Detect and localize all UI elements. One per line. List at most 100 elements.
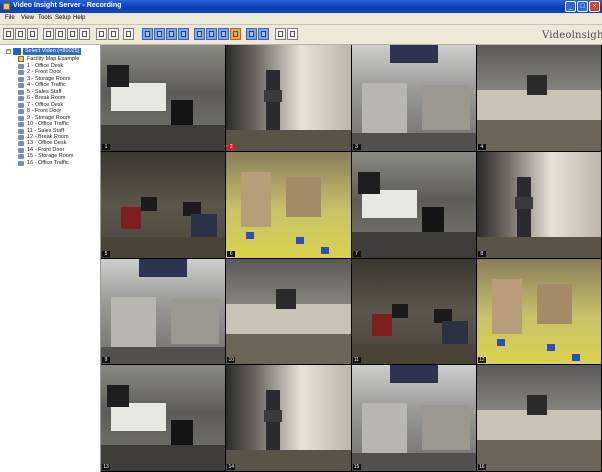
- camera-number-badge: 16: [477, 464, 486, 470]
- scene-shape: [361, 83, 407, 133]
- camera-tile[interactable]: 8: [476, 151, 601, 258]
- tree-item-camera[interactable]: 16 - Office Traffic: [18, 160, 100, 167]
- layout-grid-icon[interactable]: [27, 28, 38, 40]
- scene-shape: [101, 125, 226, 151]
- scene-shape: [361, 189, 417, 218]
- camera-tile[interactable]: 15: [351, 365, 476, 471]
- menu-setup[interactable]: Setup: [55, 15, 71, 21]
- camera-icon: [18, 122, 24, 128]
- camera-tile[interactable]: 5: [101, 151, 226, 258]
- view-1x1-icon[interactable]: [142, 28, 153, 40]
- scene-shape: [226, 130, 351, 151]
- camera-tile[interactable]: 11: [351, 258, 476, 365]
- collapse-icon[interactable]: −: [6, 49, 11, 54]
- scene-shape: [391, 303, 408, 318]
- camera-number-badge: 5: [102, 250, 110, 257]
- title-bar: Video Insight Server - Recording _ □ ×: [0, 0, 602, 13]
- menu-help[interactable]: Help: [73, 15, 85, 21]
- camera-icon: [18, 76, 24, 82]
- playback-icon[interactable]: [67, 28, 78, 40]
- cycle-icon[interactable]: [258, 28, 269, 40]
- camera-number-badge: 4: [477, 143, 486, 150]
- camera-number-badge: 14: [227, 464, 236, 470]
- camera-tile[interactable]: 16: [476, 365, 601, 471]
- scene-shape: [107, 385, 129, 408]
- camera-tile[interactable]: 7: [351, 151, 476, 258]
- audio-icon[interactable]: [275, 28, 286, 40]
- view-2x2-icon[interactable]: [154, 28, 165, 40]
- camera-icon: [18, 70, 24, 76]
- record-icon[interactable]: [79, 28, 90, 40]
- settings-icon[interactable]: [123, 28, 134, 40]
- view-4x4-icon[interactable]: [178, 28, 189, 40]
- scene-shape: [389, 45, 438, 63]
- camera-tile[interactable]: 12: [476, 258, 601, 365]
- camera-number-badge: 13: [102, 464, 110, 470]
- scene-shape: [526, 75, 547, 95]
- camera-tile[interactable]: 14: [226, 365, 351, 471]
- tree-root-label: Select Video (=81025): [23, 48, 82, 55]
- view-6x6-icon[interactable]: [206, 28, 217, 40]
- minimize-icon[interactable]: _: [565, 1, 576, 12]
- app-icon: [3, 3, 10, 10]
- camera-number-badge: 10: [227, 357, 236, 364]
- scene-shape: [476, 236, 601, 258]
- scene-shape: [351, 133, 476, 151]
- menu-tools[interactable]: Tools: [38, 15, 52, 21]
- maximize-icon[interactable]: □: [577, 1, 588, 12]
- scene-shape: [371, 313, 392, 336]
- close-icon[interactable]: ×: [589, 1, 600, 12]
- layout-single-icon[interactable]: [3, 28, 14, 40]
- camera-tile[interactable]: 1: [101, 45, 226, 151]
- search-icon[interactable]: [43, 28, 54, 40]
- camera-tile[interactable]: 6: [226, 151, 351, 258]
- ptz-right-icon[interactable]: [108, 28, 119, 40]
- scene-shape: [421, 405, 470, 451]
- scene-shape: [571, 353, 580, 361]
- camera-tile[interactable]: 10: [226, 258, 351, 365]
- sequence-icon[interactable]: [246, 28, 257, 40]
- scene-shape: [111, 296, 156, 347]
- camera-tile[interactable]: 4: [476, 45, 601, 151]
- export-icon[interactable]: [287, 28, 298, 40]
- ptz-left-icon[interactable]: [96, 28, 107, 40]
- camera-tile[interactable]: 3: [351, 45, 476, 151]
- camera-icon: [18, 147, 24, 153]
- camera-tree: − Select Video (=81025) Facility Map Exa…: [0, 45, 101, 472]
- camera-icon: [18, 154, 24, 160]
- view-5x5-icon[interactable]: [194, 28, 205, 40]
- menu-file[interactable]: File: [5, 15, 15, 21]
- zoom-icon[interactable]: [55, 28, 66, 40]
- scene-shape: [286, 176, 322, 217]
- scene-shape: [246, 231, 255, 239]
- scene-shape: [389, 365, 438, 384]
- tree-root-server[interactable]: − Select Video (=81025): [6, 48, 96, 56]
- alarm-icon[interactable]: [230, 28, 241, 40]
- scene-shape: [264, 410, 283, 423]
- brand-logo: Videolnsight: [542, 30, 602, 41]
- scene-shape: [171, 298, 219, 344]
- scene-shape: [226, 450, 351, 471]
- scene-shape: [139, 258, 187, 277]
- tree-item-facility-map[interactable]: Facility Map Example: [18, 56, 100, 63]
- camera-number-badge: 15: [352, 464, 361, 470]
- camera-tile[interactable]: 2: [226, 45, 351, 151]
- scene-shape: [141, 196, 157, 211]
- view-custom-icon[interactable]: [218, 28, 229, 40]
- camera-icon: [18, 134, 24, 140]
- scene-shape: [361, 403, 407, 454]
- camera-number-badge: 12: [477, 357, 486, 364]
- scene-shape: [514, 196, 533, 209]
- camera-tile[interactable]: 9: [101, 258, 226, 365]
- scene-shape: [276, 288, 297, 309]
- view-3x3-icon[interactable]: [166, 28, 177, 40]
- camera-number-badge: 3: [352, 143, 361, 150]
- layout-quad-icon[interactable]: [15, 28, 26, 40]
- window-title: Video Insight Server - Recording: [13, 2, 122, 9]
- camera-number-badge: 1: [102, 143, 110, 150]
- camera-icon: [18, 83, 24, 89]
- camera-tile[interactable]: 13: [101, 365, 226, 471]
- menu-view[interactable]: View: [21, 15, 34, 21]
- scene-shape: [264, 90, 283, 102]
- scene-shape: [351, 453, 476, 471]
